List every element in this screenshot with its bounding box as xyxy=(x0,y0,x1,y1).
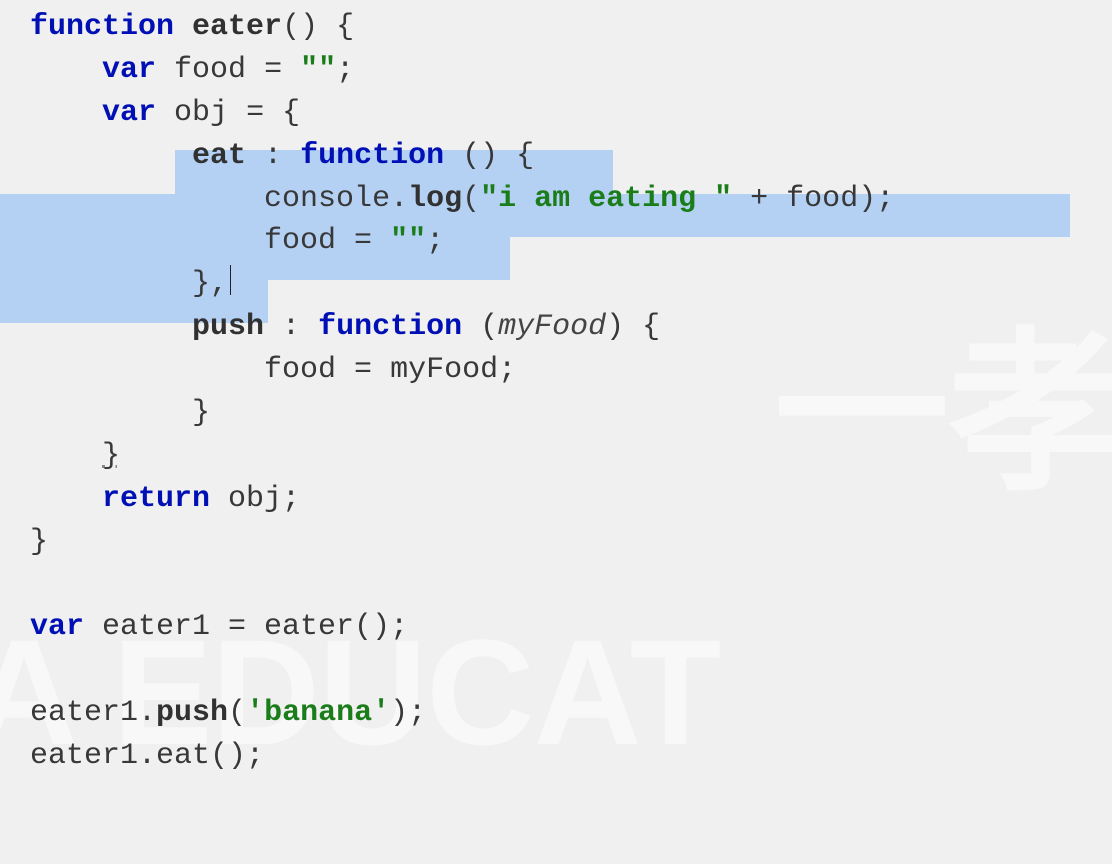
code-line: food = myFood; xyxy=(30,349,1112,392)
text-cursor-icon xyxy=(230,265,231,295)
code-line: var food = ""; xyxy=(30,49,1112,92)
code-line: var eater1 = eater(); xyxy=(30,606,1112,649)
code-line: console.log("i am eating " + food); xyxy=(30,178,1112,221)
code-line: eater1.eat(); xyxy=(30,735,1112,778)
code-editor[interactable]: function eater() { var food = ""; var ob… xyxy=(0,0,1112,778)
code-line: return obj; xyxy=(30,478,1112,521)
code-line: var obj = { xyxy=(30,92,1112,135)
code-line: food = ""; xyxy=(30,220,1112,263)
code-line: function eater() { xyxy=(30,6,1112,49)
code-line: }, xyxy=(30,263,1112,306)
code-line: } xyxy=(30,435,1112,478)
code-line: } xyxy=(30,392,1112,435)
code-line xyxy=(30,564,1112,607)
code-line: push : function (myFood) { xyxy=(30,306,1112,349)
code-line: eater1.push('banana'); xyxy=(30,692,1112,735)
code-line xyxy=(30,649,1112,692)
code-line: } xyxy=(30,521,1112,564)
code-line: eat : function () { xyxy=(30,135,1112,178)
